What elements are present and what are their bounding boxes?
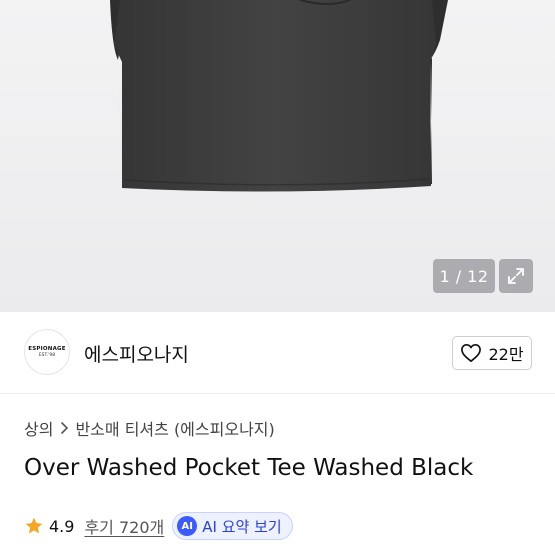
brand-row: ESPIONAGE EST.'98 에스피오나지 22만 [0, 312, 555, 394]
brand-logo-text: ESPIONAGE [28, 346, 66, 352]
brand-logo-subtext: EST.'98 [38, 353, 56, 358]
brand-name-link[interactable]: 에스피오나지 [84, 340, 189, 367]
product-title: Over Washed Pocket Tee Washed Black [24, 455, 474, 481]
breadcrumb-category[interactable]: 상의 [24, 416, 53, 440]
ai-summary-button[interactable]: AI AI 요약 보기 [172, 512, 293, 540]
product-image-gallery[interactable]: 1 / 12 [0, 0, 555, 312]
rating-row: 4.9 후기 720개 AI AI 요약 보기 [24, 512, 293, 540]
brand-logo[interactable]: ESPIONAGE EST.'98 [24, 329, 70, 375]
chevron-right-icon [59, 421, 69, 435]
rating-value: 4.9 [49, 516, 75, 536]
image-pager: 1 / 12 [433, 259, 495, 293]
brand-like-button[interactable]: 22만 [452, 336, 532, 370]
ai-summary-label: AI 요약 보기 [202, 517, 282, 536]
breadcrumb-subcategory[interactable]: 반소매 티셔츠 (에스피오나지) [75, 416, 274, 440]
image-pager-text: 1 / 12 [439, 266, 489, 286]
star-icon [25, 517, 43, 534]
brand-like-count: 22만 [488, 345, 524, 364]
ai-badge-icon: AI [177, 516, 198, 536]
breadcrumb: 상의 반소매 티셔츠 (에스피오나지) [24, 416, 275, 440]
expand-icon [508, 268, 524, 284]
expand-image-button[interactable] [499, 259, 533, 293]
review-count-link[interactable]: 후기 720개 [84, 514, 164, 538]
heart-outline-icon [461, 344, 482, 362]
